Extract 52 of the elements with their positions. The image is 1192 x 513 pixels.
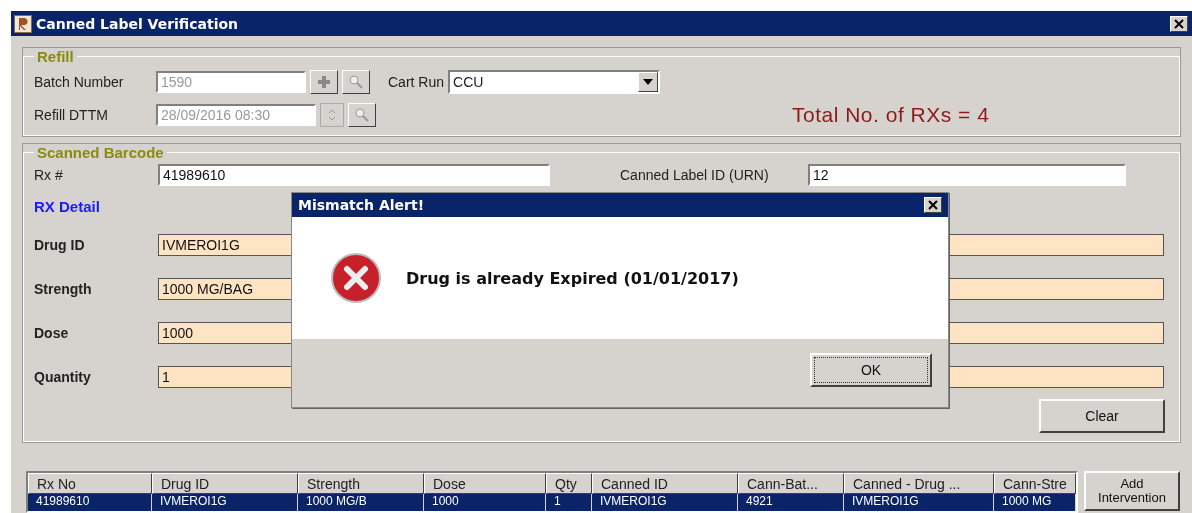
- column-header[interactable]: Strength: [298, 473, 424, 494]
- search-button[interactable]: [348, 102, 376, 127]
- search-button[interactable]: [342, 69, 370, 94]
- column-header[interactable]: Cann-Bat...: [738, 473, 844, 494]
- field-label: Canned Label ID (URN): [620, 167, 770, 183]
- table-cell: IVMEROI1G: [592, 494, 738, 511]
- field-label: Refill DTTM: [34, 106, 109, 123]
- column-header[interactable]: Drug ID: [152, 473, 298, 494]
- table-cell: 1000: [424, 494, 546, 511]
- table-row[interactable]: 41989610 IVMEROI1G 1000 MG/B 1000 1 IVMEROI1G 4921 IVMEROI1G 1000 MG: [28, 494, 1076, 511]
- column-header[interactable]: Rx No: [28, 473, 152, 494]
- column-header[interactable]: Cann-Stre: [994, 473, 1076, 494]
- column-header[interactable]: Dose: [424, 473, 546, 494]
- table-cell: 4921: [738, 494, 844, 511]
- table-cell: IVMEROI1G: [844, 494, 994, 511]
- error-icon: [330, 252, 382, 304]
- canned-label-id-field[interactable]: 12: [808, 164, 1126, 186]
- group-title: Scanned Barcode: [36, 144, 165, 161]
- close-button[interactable]: [924, 197, 942, 213]
- table-cell: 1000 MG: [994, 494, 1076, 511]
- field-label: Quantity: [34, 369, 92, 385]
- close-button[interactable]: [1170, 15, 1188, 32]
- ok-button[interactable]: OK: [810, 353, 932, 387]
- dialog-title: Mismatch Alert!: [298, 197, 425, 213]
- search-icon: [348, 73, 364, 90]
- alert-message: Drug is already Expired (01/01/2017): [406, 268, 739, 288]
- clear-button[interactable]: Clear: [1039, 399, 1165, 433]
- field-label: Cart Run: [388, 73, 445, 90]
- app-logo-icon: [14, 14, 32, 33]
- field-label: Drug ID: [34, 237, 86, 253]
- table-cell: 41989610: [28, 494, 152, 511]
- plus-icon: [317, 74, 331, 89]
- add-intervention-button[interactable]: Add Intervention: [1084, 471, 1180, 511]
- section-title: RX Detail: [34, 197, 100, 215]
- table-cell: IVMEROI1G: [152, 494, 298, 511]
- search-icon: [354, 106, 370, 123]
- field-label: Rx #: [34, 167, 64, 183]
- add-button[interactable]: [310, 69, 338, 94]
- field-label: Batch Number: [34, 73, 125, 90]
- field-label: Dose: [34, 325, 70, 341]
- total-rx-count: Total No. of RXs = 4: [792, 102, 990, 127]
- table-cell: 1: [546, 494, 592, 511]
- cart-run-dropdown[interactable]: CCU: [448, 69, 661, 94]
- window-title: Canned Label Verification: [36, 15, 240, 32]
- dropdown-arrow-icon: [643, 78, 654, 85]
- group-title: Refill: [36, 48, 75, 65]
- column-header[interactable]: Canned ID: [592, 473, 738, 494]
- table-cell: 1000 MG/B: [298, 494, 424, 511]
- field-label: Strength: [34, 281, 93, 297]
- column-header[interactable]: Canned - Drug ...: [844, 473, 994, 494]
- column-header[interactable]: Qty: [546, 473, 592, 494]
- rx-number-field[interactable]: 41989610: [158, 164, 550, 186]
